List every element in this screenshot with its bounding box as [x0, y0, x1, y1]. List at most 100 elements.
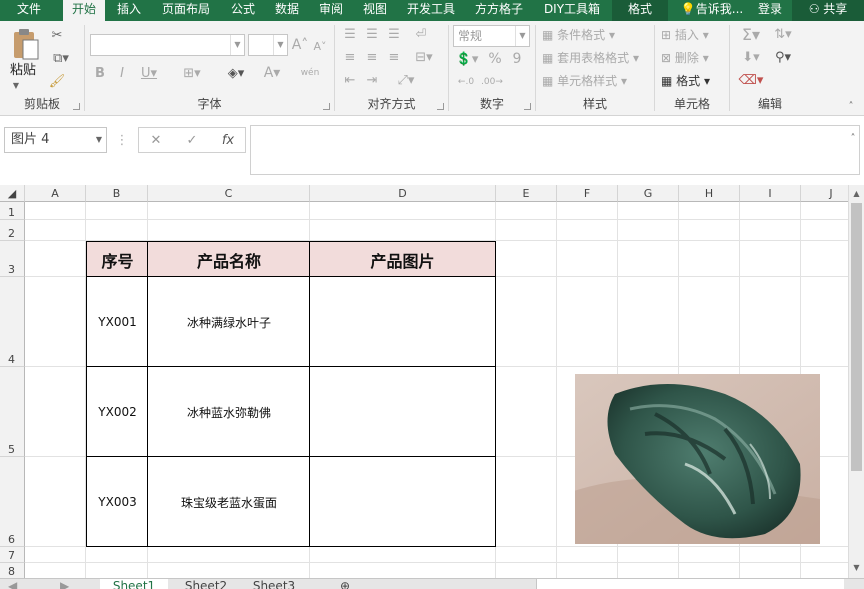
autosum-icon[interactable]: Σ▾ — [736, 25, 766, 44]
row-header-1[interactable]: 1 — [0, 202, 25, 220]
formula-input[interactable] — [250, 125, 860, 175]
header-cell-image[interactable]: 产品图片 — [310, 242, 495, 277]
add-sheet-icon[interactable]: ⊕ — [340, 579, 350, 589]
decrease-indent-icon[interactable]: ⇤ — [341, 72, 359, 88]
orientation-icon[interactable]: ⤢▾ — [393, 72, 419, 88]
cell-name[interactable]: 冰种蓝水弥勒佛 — [148, 367, 310, 457]
horizontal-scrollbar[interactable] — [536, 579, 844, 589]
border-icon[interactable]: ⊞▾ — [177, 64, 207, 82]
font-size-combo[interactable]: ▼ — [248, 34, 288, 56]
column-header-i[interactable]: I — [740, 185, 801, 202]
cell-image[interactable] — [310, 367, 495, 457]
column-header-c[interactable]: C — [148, 185, 310, 202]
cut-icon[interactable]: ✂ — [48, 26, 66, 44]
number-launcher-icon[interactable] — [524, 103, 531, 110]
format-as-table-button[interactable]: ▦ 套用表格格式 ▾ — [542, 48, 639, 68]
sheet-tab-2[interactable]: Sheet2 — [172, 579, 240, 589]
column-header-j[interactable]: J — [801, 185, 848, 202]
cell-name[interactable]: 珠宝级老蓝水蛋面 — [148, 457, 310, 547]
clipboard-launcher-icon[interactable] — [73, 103, 80, 110]
tab-scroll-next-icon[interactable]: ▶ — [60, 579, 69, 589]
currency-icon[interactable]: 💲▾ — [455, 51, 479, 67]
cell-id[interactable]: YX002 — [87, 367, 148, 457]
row-header-2[interactable]: 2 — [0, 220, 25, 241]
tab-view[interactable]: 视图 — [355, 0, 395, 21]
vertical-scrollbar[interactable]: ▲ ▼ — [848, 185, 864, 578]
font-name-combo[interactable]: ▼ — [90, 34, 245, 56]
comma-style-icon[interactable]: 9 — [509, 51, 525, 67]
fill-color-icon[interactable]: ◈▾ — [221, 64, 251, 82]
sort-filter-icon[interactable]: ⇅▾ — [770, 25, 796, 43]
row-header-6[interactable]: 6 — [0, 457, 25, 547]
align-right-icon[interactable]: ≡ — [385, 49, 403, 65]
login-link[interactable]: 登录 — [752, 0, 788, 21]
tab-review[interactable]: 审阅 — [312, 0, 350, 21]
sheet-tab-3[interactable]: Sheet3 — [242, 579, 306, 589]
paste-button[interactable]: 粘贴 — [10, 61, 36, 81]
share-button[interactable]: ⚇ 共享 — [792, 0, 864, 21]
conditional-formatting-button[interactable]: ▦ 条件格式 ▾ — [542, 25, 615, 45]
font-launcher-icon[interactable] — [323, 103, 330, 110]
cell-id[interactable]: YX003 — [87, 457, 148, 547]
vertical-scroll-thumb[interactable] — [851, 203, 862, 471]
format-painter-icon[interactable]: 🖌 — [48, 72, 66, 90]
column-header-h[interactable]: H — [679, 185, 740, 202]
row-header-4[interactable]: 4 — [0, 277, 25, 367]
alignment-launcher-icon[interactable] — [437, 103, 444, 110]
column-header-f[interactable]: F — [557, 185, 618, 202]
insert-function-icon[interactable]: fx — [219, 131, 237, 149]
increase-decimal-icon[interactable]: ←.0 — [455, 73, 477, 91]
column-header-a[interactable]: A — [25, 185, 86, 202]
tab-fangfang[interactable]: 方方格子 — [468, 0, 530, 21]
align-bottom-icon[interactable]: ☰ — [385, 26, 403, 42]
tab-home[interactable]: 开始 — [63, 0, 105, 21]
worksheet-grid[interactable]: ◢ A B C D E F G H I J 1 2 3 4 5 6 7 8 序号… — [0, 185, 848, 578]
insert-cells-button[interactable]: ⊞ 插入 ▾ — [661, 25, 709, 45]
format-cells-button[interactable]: ▦ 格式 ▾ — [661, 71, 710, 91]
tab-diy-toolbox[interactable]: DIY工具箱 — [536, 0, 608, 21]
enter-icon[interactable]: ✓ — [183, 131, 201, 149]
increase-indent-icon[interactable]: ⇥ — [363, 72, 381, 88]
name-box[interactable]: 图片 4 ▼ — [4, 127, 107, 153]
align-top-icon[interactable]: ☰ — [341, 26, 359, 42]
paste-dropdown-icon[interactable]: ▼ — [10, 79, 22, 91]
italic-icon[interactable]: I — [115, 64, 129, 82]
row-header-3[interactable]: 3 — [0, 241, 25, 277]
tab-data[interactable]: 数据 — [268, 0, 306, 21]
row-header-7[interactable]: 7 — [0, 547, 25, 563]
tab-file[interactable]: 文件 — [0, 0, 58, 21]
align-center-icon[interactable]: ≡ — [363, 49, 381, 65]
find-select-icon[interactable]: ⚲▾ — [770, 48, 796, 66]
clear-icon[interactable]: ⌫▾ — [736, 71, 766, 89]
shrink-font-icon[interactable]: A˅ — [312, 38, 328, 54]
cell-styles-button[interactable]: ▦ 单元格样式 ▾ — [542, 71, 627, 91]
number-format-combo[interactable]: 常规 ▼ — [453, 25, 530, 47]
tell-me-box[interactable]: 💡告诉我... — [676, 0, 748, 21]
more-options-icon[interactable]: ⋮ — [114, 131, 130, 149]
delete-cells-button[interactable]: ⊠ 删除 ▾ — [661, 48, 709, 68]
collapse-ribbon-icon[interactable]: ˄ — [844, 99, 858, 113]
header-cell-name[interactable]: 产品名称 — [148, 242, 310, 277]
column-header-e[interactable]: E — [496, 185, 557, 202]
header-cell-id[interactable]: 序号 — [87, 242, 148, 277]
fill-icon[interactable]: ⬇▾ — [736, 48, 766, 66]
decrease-decimal-icon[interactable]: .00→ — [481, 73, 503, 91]
underline-icon[interactable]: U▾ — [137, 64, 161, 82]
cell-image[interactable] — [310, 277, 495, 367]
percent-icon[interactable]: % — [487, 51, 503, 67]
column-header-d[interactable]: D — [310, 185, 496, 202]
tab-page-layout[interactable]: 页面布局 — [155, 0, 217, 21]
select-all-corner[interactable]: ◢ — [0, 185, 25, 202]
bold-icon[interactable]: B — [93, 64, 107, 82]
cell-name[interactable]: 冰种满绿水叶子 — [148, 277, 310, 367]
tab-scroll-prev-icon[interactable]: ◀ — [8, 579, 17, 589]
tab-formulas[interactable]: 公式 — [222, 0, 264, 21]
cell-id[interactable]: YX001 — [87, 277, 148, 367]
expand-formula-bar-icon[interactable]: ˄ — [846, 131, 860, 145]
column-header-b[interactable]: B — [86, 185, 148, 202]
align-left-icon[interactable]: ≡ — [341, 49, 359, 65]
align-middle-icon[interactable]: ☰ — [363, 26, 381, 42]
tab-format[interactable]: 格式 — [612, 0, 668, 21]
tab-developer[interactable]: 开发工具 — [400, 0, 462, 21]
grow-font-icon[interactable]: A˄ — [292, 36, 309, 54]
